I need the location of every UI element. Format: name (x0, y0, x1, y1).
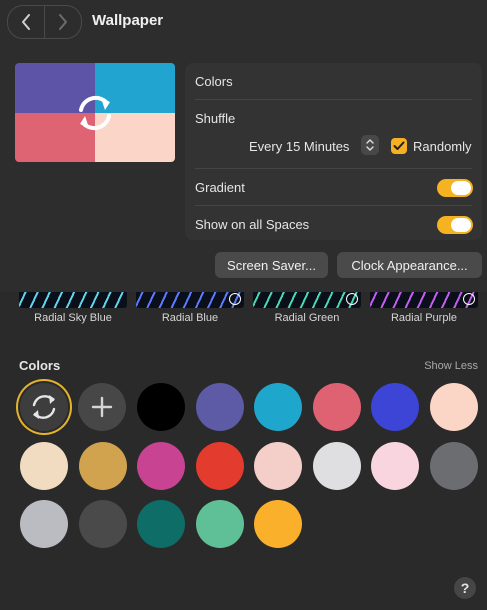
color-swatch[interactable] (429, 383, 478, 431)
divider (195, 99, 472, 100)
color-swatch[interactable] (254, 442, 302, 490)
wallpaper-thumbnail[interactable] (370, 292, 478, 308)
colors-section-title: Colors (19, 358, 61, 373)
gradient-label: Gradient (195, 180, 245, 195)
color-swatch[interactable] (429, 442, 478, 490)
wallpaper-preview[interactable] (15, 63, 175, 162)
gradient-toggle[interactable] (437, 179, 473, 197)
color-swatch[interactable] (312, 383, 361, 431)
color-swatch[interactable] (312, 442, 361, 490)
randomly-label: Randomly (413, 139, 472, 154)
chevron-right-icon (59, 14, 67, 30)
shuffle-interval-select[interactable]: Every 15 Minutes (249, 139, 349, 154)
toggle-knob (451, 181, 471, 195)
checkmark-icon (393, 141, 405, 150)
screen-saver-button[interactable]: Screen Saver... (215, 252, 328, 278)
divider (195, 168, 472, 169)
color-swatch[interactable] (254, 500, 302, 548)
help-button[interactable]: ? (454, 577, 476, 599)
download-icon[interactable] (346, 293, 358, 305)
wallpaper-thumbnail[interactable] (253, 292, 361, 308)
page-title: Wallpaper (92, 12, 164, 29)
shuffle-icon (79, 95, 111, 131)
show-on-all-spaces-toggle[interactable] (437, 216, 473, 234)
color-swatch[interactable] (137, 383, 185, 431)
chevron-left-icon (22, 14, 30, 30)
color-swatch[interactable] (195, 500, 244, 548)
plus-icon (91, 396, 113, 418)
toggle-knob (451, 218, 471, 232)
randomly-checkbox[interactable] (391, 138, 407, 154)
show-less-link[interactable]: Show Less (424, 360, 478, 372)
wallpaper-thumbnail[interactable] (136, 292, 244, 308)
add-color-button[interactable] (78, 383, 126, 431)
download-icon[interactable] (463, 293, 475, 305)
thumbnail-label: Radial Green (274, 312, 340, 324)
color-swatch[interactable] (20, 500, 68, 548)
top-bar: Wallpaper Colors Shuffle Every 15 Minute… (0, 0, 487, 292)
color-swatch[interactable] (78, 442, 127, 490)
color-swatch[interactable] (195, 442, 244, 490)
wallpaper-settings-panel: Colors Shuffle Every 15 Minutes Randomly… (185, 63, 482, 240)
colors-row-label: Colors (195, 74, 233, 89)
color-swatch[interactable] (137, 442, 185, 490)
shuffle-label: Shuffle (195, 111, 236, 126)
interval-stepper[interactable] (361, 135, 379, 155)
navigation-group (7, 5, 82, 39)
forward-button[interactable] (44, 6, 81, 38)
shuffle-colors-swatch[interactable] (20, 383, 68, 431)
thumbnail-label: Radial Blue (161, 312, 219, 324)
thumbnail-label: Radial Purple (390, 312, 458, 324)
color-swatch[interactable] (371, 442, 419, 490)
color-swatch[interactable] (137, 500, 185, 548)
chevron-updown-icon (366, 139, 374, 151)
color-swatch[interactable] (195, 383, 244, 431)
shuffle-icon (32, 395, 56, 419)
back-button[interactable] (8, 6, 44, 38)
thumbnail-label: Radial Sky Blue (34, 312, 112, 324)
wallpaper-thumbnail[interactable] (19, 292, 127, 308)
color-swatch[interactable] (78, 500, 127, 548)
color-swatch[interactable] (20, 442, 68, 490)
show-on-all-spaces-label: Show on all Spaces (195, 217, 310, 232)
color-swatch[interactable] (254, 383, 302, 431)
color-swatch[interactable] (371, 383, 419, 431)
download-icon[interactable] (229, 293, 241, 305)
clock-appearance-button[interactable]: Clock Appearance... (337, 252, 482, 278)
divider (195, 205, 472, 206)
